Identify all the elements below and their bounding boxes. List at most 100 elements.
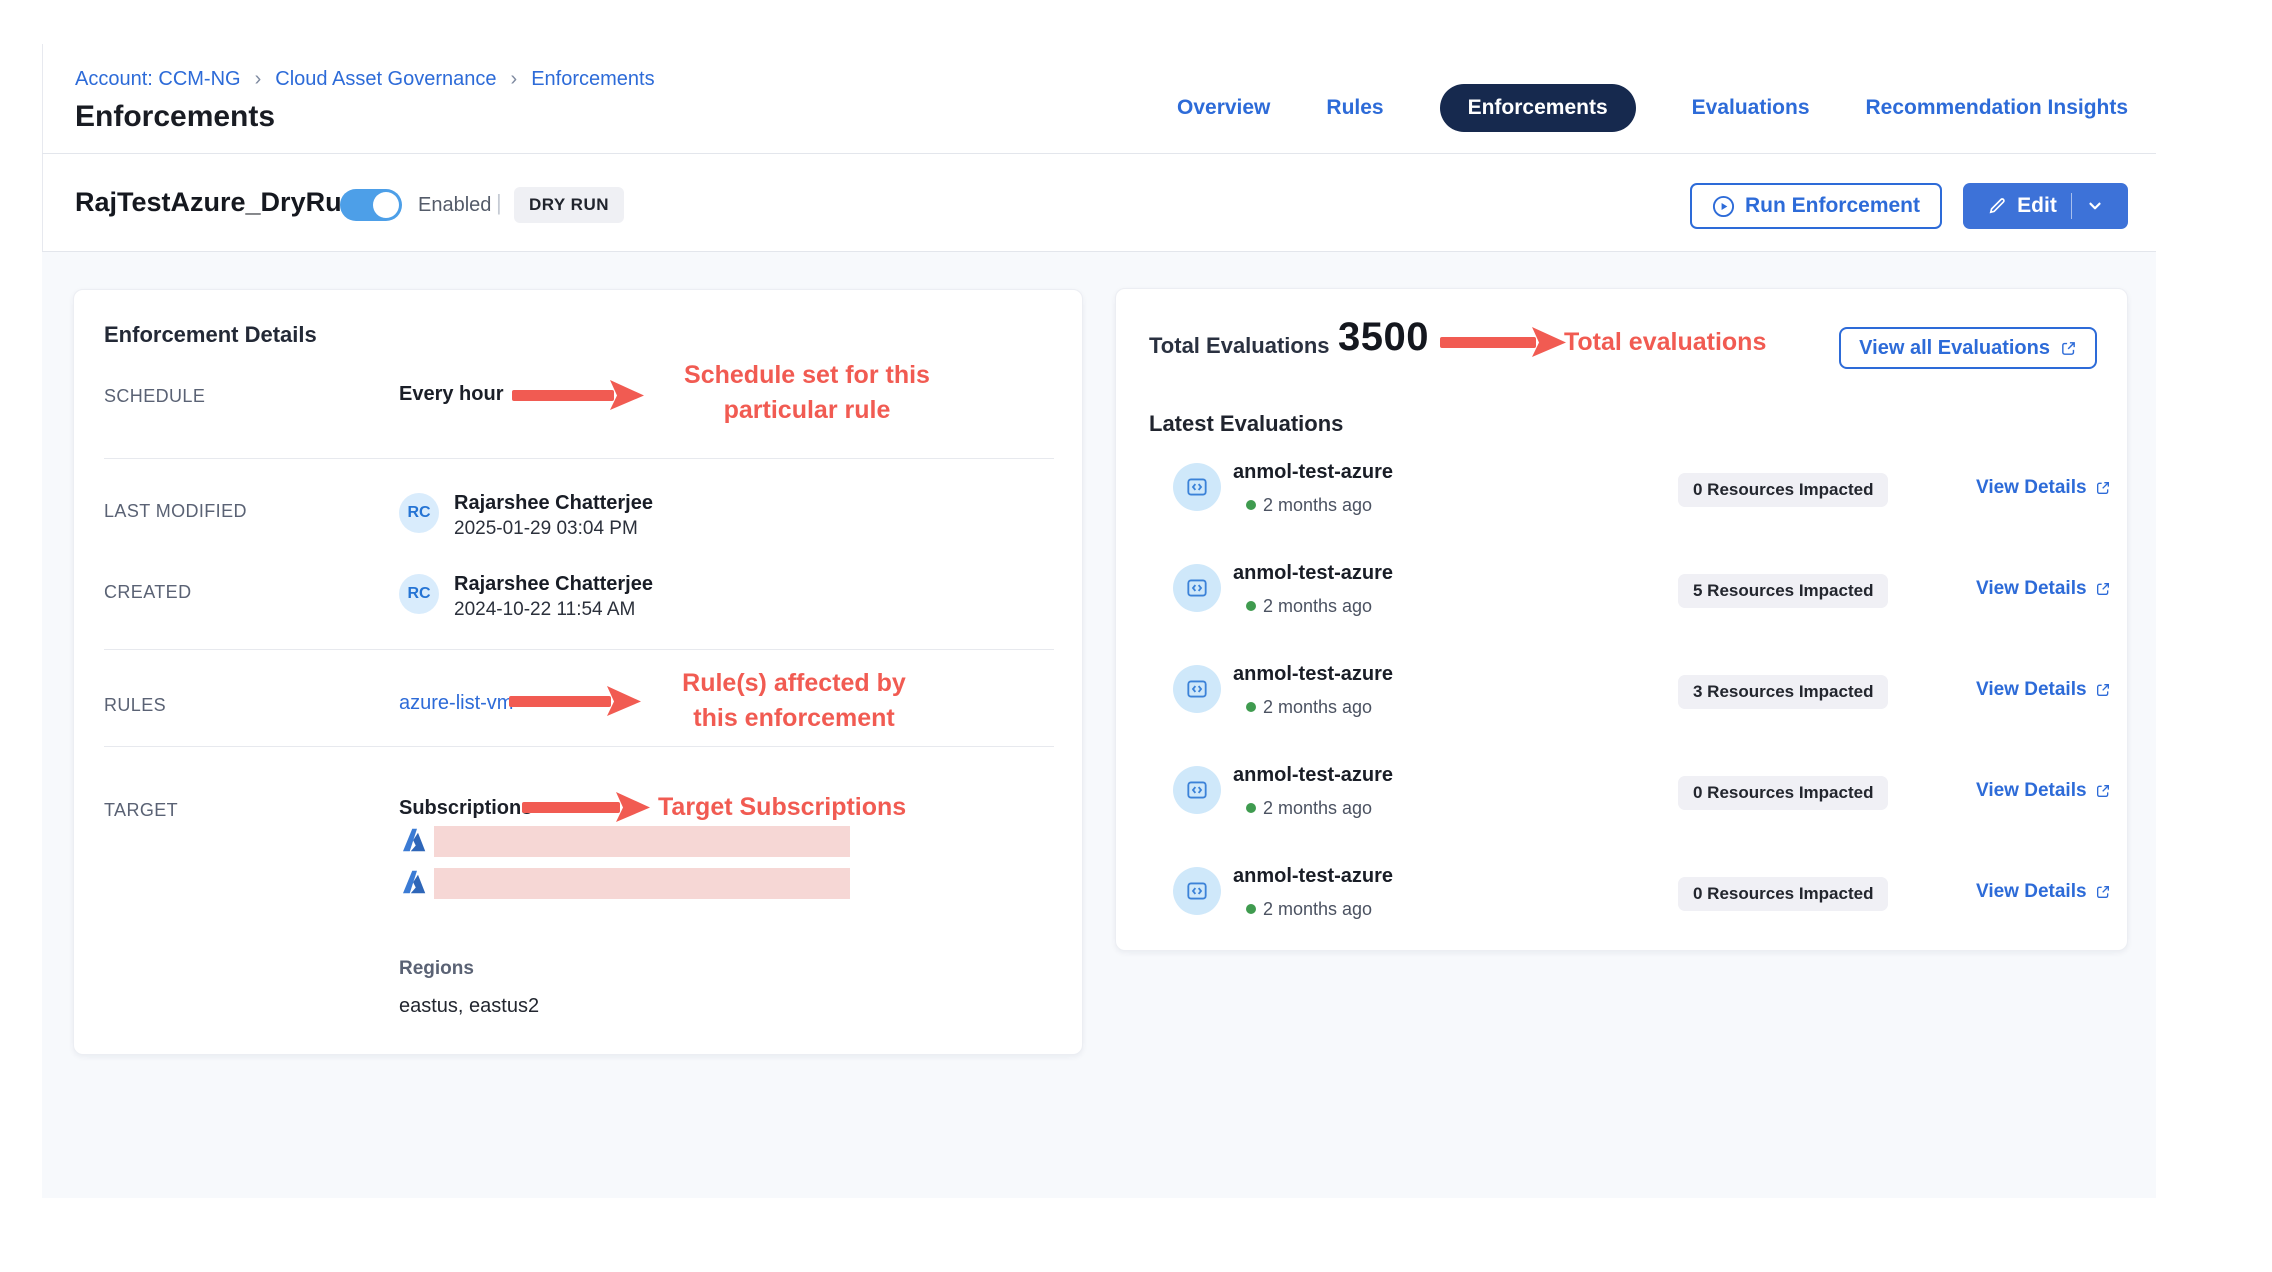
schedule-value: Every hour [399,383,503,406]
annotation-arrow-schedule [512,378,644,417]
edit-label: Edit [2017,194,2057,218]
run-enforcement-button[interactable]: Run Enforcement [1690,183,1942,229]
status-dot [1246,702,1256,712]
breadcrumb-enforcements-link[interactable]: Enforcements [531,68,654,91]
evaluation-row[interactable]: anmol-test-azure 2 months ago 0 Resource… [1116,754,2127,826]
evaluation-time: 2 months ago [1263,899,1372,920]
page-title: Enforcements [75,100,275,134]
evaluation-script-icon [1173,867,1221,915]
subscription-redacted-2 [434,868,850,899]
resources-impacted-badge: 0 Resources Impacted [1678,473,1888,507]
breadcrumb-account-link[interactable]: Account: CCM-NG [75,68,241,91]
evaluation-time: 2 months ago [1263,798,1372,819]
status-dot [1246,601,1256,611]
section-divider [104,458,1054,459]
tab-rules[interactable]: Rules [1326,96,1383,120]
rules-label: RULES [104,695,166,716]
status-dot [1246,500,1256,510]
view-all-evaluations-button[interactable]: View all Evaluations [1839,327,2097,369]
details-heading: Enforcement Details [104,322,317,348]
resources-impacted-badge: 0 Resources Impacted [1678,776,1888,810]
total-evaluations-label: Total Evaluations [1149,333,1330,359]
play-circle-icon [1712,195,1735,218]
subscription-redacted-1 [434,826,850,857]
external-link-icon [2095,480,2111,496]
status-dot [1246,803,1256,813]
evaluation-row[interactable]: anmol-test-azure 2 months ago 3 Resource… [1116,653,2127,725]
latest-evaluations-heading: Latest Evaluations [1149,411,1343,437]
evaluation-time: 2 months ago [1263,495,1372,516]
total-evaluations-value: 3500 [1338,315,1429,360]
view-details-label: View Details [1976,477,2087,499]
breadcrumb-separator-icon: › [255,68,262,91]
external-link-icon [2095,783,2111,799]
evaluation-row[interactable]: anmol-test-azure 2 months ago 5 Resource… [1116,552,2127,624]
view-details-label: View Details [1976,578,2087,600]
evaluation-script-icon [1173,463,1221,511]
regions-label: Regions [399,958,474,980]
tab-evaluations[interactable]: Evaluations [1692,96,1810,120]
avatar: RC [399,574,439,614]
tab-overview[interactable]: Overview [1177,96,1270,120]
view-details-link[interactable]: View Details [1976,679,2111,701]
external-link-icon [2095,581,2111,597]
target-type: Subscriptions [399,797,532,820]
external-link-icon [2095,682,2111,698]
regions-value: eastus, eastus2 [399,995,539,1018]
azure-icon [399,825,429,855]
pencil-icon [1987,196,2007,216]
module-tabs: Overview Rules Enforcements Evaluations … [1177,84,2128,132]
created-label: CREATED [104,582,191,603]
annotation-total: Total evaluations [1564,325,1766,360]
annotation-arrow-target [522,790,650,829]
button-split-divider [2071,193,2072,219]
breadcrumb: Account: CCM-NG › Cloud Asset Governance… [75,68,655,91]
external-link-icon [2060,340,2077,357]
evaluation-row[interactable]: anmol-test-azure 2 months ago 0 Resource… [1116,855,2127,927]
status-separator: | [496,190,502,216]
enforcements-page: Account: CCM-NG › Cloud Asset Governance… [0,0,2272,1272]
evaluation-name: anmol-test-azure [1233,562,1393,585]
evaluation-script-icon [1173,665,1221,713]
breadcrumb-governance-link[interactable]: Cloud Asset Governance [275,68,496,91]
rule-link[interactable]: azure-list-vm [399,692,513,715]
resources-impacted-badge: 0 Resources Impacted [1678,877,1888,911]
avatar: RC [399,493,439,533]
status-dot [1246,904,1256,914]
header-divider [42,153,2156,154]
tab-recommendation-insights[interactable]: Recommendation Insights [1866,96,2129,120]
schedule-label: SCHEDULE [104,386,205,407]
evaluation-name: anmol-test-azure [1233,764,1393,787]
view-details-label: View Details [1976,679,2087,701]
annotation-arrow-total [1440,325,1566,364]
edit-split-button[interactable]: Edit [1963,183,2128,229]
last-modified-user: Rajarshee Chatterjee [454,492,653,515]
evaluation-time: 2 months ago [1263,596,1372,617]
annotation-schedule: Schedule set for this particular rule [652,358,962,428]
view-details-link[interactable]: View Details [1976,578,2111,600]
resources-impacted-badge: 5 Resources Impacted [1678,574,1888,608]
resources-impacted-badge: 3 Resources Impacted [1678,675,1888,709]
last-modified-date: 2025-01-29 03:04 PM [454,518,638,540]
view-details-link[interactable]: View Details [1976,780,2111,802]
view-details-link[interactable]: View Details [1976,881,2111,903]
enforcement-name: RajTestAzure_DryRun [75,187,358,218]
run-enforcement-label: Run Enforcement [1745,194,1920,218]
annotation-arrow-rules [509,684,641,723]
evaluation-row[interactable]: anmol-test-azure 2 months ago 0 Resource… [1116,451,2127,523]
evaluations-card: Total Evaluations 3500 Total evaluations… [1115,288,2128,951]
chevron-down-icon[interactable] [2086,197,2104,215]
tab-enforcements[interactable]: Enforcements [1440,84,1636,132]
section-divider [104,746,1054,747]
enabled-toggle[interactable] [340,189,402,221]
toolbar-divider [42,251,2156,252]
view-details-link[interactable]: View Details [1976,477,2111,499]
target-label: TARGET [104,800,178,821]
toggle-knob [373,192,399,218]
external-link-icon [2095,884,2111,900]
enforcement-details-card: Enforcement Details SCHEDULE Every hour … [73,289,1083,1055]
evaluation-name: anmol-test-azure [1233,663,1393,686]
created-date: 2024-10-22 11:54 AM [454,599,635,621]
last-modified-label: LAST MODIFIED [104,501,247,522]
azure-icon [399,867,429,897]
